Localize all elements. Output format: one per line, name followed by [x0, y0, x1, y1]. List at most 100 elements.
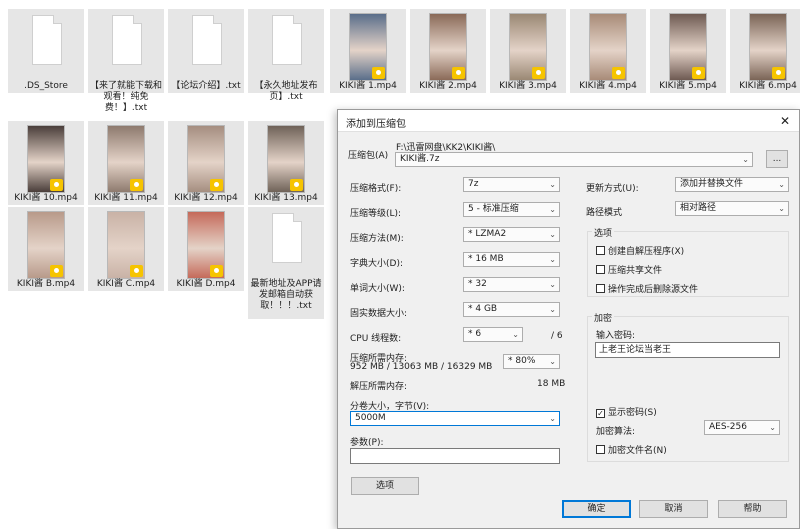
chevron-down-icon: ⌄: [549, 255, 556, 264]
split-select[interactable]: 5000M ⌄: [350, 411, 560, 426]
help-button[interactable]: 帮助: [718, 500, 787, 518]
show-password-label: 显示密码(S): [608, 408, 657, 418]
file-item-video[interactable]: KIKI酱 3.mp4: [490, 9, 566, 93]
file-item-video[interactable]: KIKI酱 B.mp4: [8, 207, 84, 291]
document-icon: [272, 213, 302, 263]
method-label: 压缩方法(M):: [350, 234, 404, 244]
options-button[interactable]: 选项: [351, 477, 419, 495]
dict-label: 字典大小(D):: [350, 259, 403, 269]
file-name: KIKI酱 13.mp4: [254, 193, 318, 203]
file-name: KIKI酱 6.mp4: [739, 81, 797, 91]
close-icon[interactable]: ✕: [771, 110, 799, 132]
archive-label: 压缩包(A): [348, 151, 389, 161]
chevron-down-icon: ⌄: [742, 155, 749, 164]
player-badge-icon: [210, 179, 223, 191]
file-item-video[interactable]: KIKI酱 1.mp4: [330, 9, 406, 93]
file-name: 最新地址及APP请发邮箱自动获取！！！.txt: [250, 279, 322, 311]
path-select[interactable]: 相对路径 ⌄: [675, 201, 789, 216]
file-name: 【论坛介绍】.txt: [171, 81, 241, 91]
cpu-value: * 6: [468, 329, 482, 339]
file-item-document[interactable]: 【论坛介绍】.txt: [168, 9, 244, 93]
params-input[interactable]: [350, 448, 560, 464]
video-thumbnail: [27, 211, 65, 279]
chevron-down-icon: ⌄: [549, 305, 556, 314]
document-icon: [272, 15, 302, 65]
mem-values: 952 MB / 13063 MB / 16329 MB: [350, 362, 493, 372]
file-item-video[interactable]: KIKI酱 4.mp4: [570, 9, 646, 93]
file-name: KIKI酱 10.mp4: [14, 193, 78, 203]
file-name: KIKI酱 5.mp4: [659, 81, 717, 91]
level-select[interactable]: 5 - 标准压缩 ⌄: [463, 202, 560, 217]
chevron-down-icon: ⌄: [549, 414, 556, 423]
solid-select[interactable]: * 4 GB ⌄: [463, 302, 560, 317]
chevron-down-icon: ⌄: [769, 423, 776, 432]
mem-pct-value: * 80%: [508, 356, 536, 366]
path-label: 路径模式: [586, 208, 623, 218]
dict-value: * 16 MB: [468, 254, 504, 264]
cancel-button[interactable]: 取消: [639, 500, 708, 518]
sfx-label: 创建自解压程序(X): [608, 247, 685, 257]
chevron-down-icon: ⌄: [778, 180, 785, 189]
level-label: 压缩等级(L):: [350, 209, 402, 219]
options-group-title: 选项: [592, 226, 615, 239]
split-value: 5000M: [355, 413, 386, 423]
shared-label: 压缩共享文件: [608, 266, 663, 276]
file-item-document[interactable]: .DS_Store: [8, 9, 84, 93]
delete-checkbox[interactable]: 操作完成后删除源文件: [596, 282, 698, 295]
file-name: KIKI酱 11.mp4: [94, 193, 158, 203]
video-thumbnail: [267, 125, 305, 193]
file-name: KIKI酱 4.mp4: [579, 81, 637, 91]
file-item-video[interactable]: KIKI酱 5.mp4: [650, 9, 726, 93]
mem-pct-select[interactable]: * 80% ⌄: [503, 354, 560, 369]
player-badge-icon: [50, 179, 63, 191]
video-thumbnail: [669, 13, 707, 81]
update-value: 添加并替换文件: [680, 179, 744, 189]
chevron-down-icon: ⌄: [778, 204, 785, 213]
file-item-document[interactable]: 最新地址及APP请发邮箱自动获取！！！.txt: [248, 207, 324, 319]
file-item-video[interactable]: KIKI酱 10.mp4: [8, 121, 84, 205]
file-item-video[interactable]: KIKI酱 11.mp4: [88, 121, 164, 205]
player-badge-icon: [50, 265, 63, 277]
file-name: KIKI酱 D.mp4: [176, 279, 236, 289]
file-item-video[interactable]: KIKI酱 6.mp4: [730, 9, 800, 93]
enc-method-value: AES-256: [709, 422, 747, 432]
cpu-select[interactable]: * 6 ⌄: [463, 327, 523, 342]
file-name: KIKI酱 2.mp4: [419, 81, 477, 91]
video-thumbnail: [749, 13, 787, 81]
method-select[interactable]: * LZMA2 ⌄: [463, 227, 560, 242]
word-select[interactable]: * 32 ⌄: [463, 277, 560, 292]
format-select[interactable]: 7z ⌄: [463, 177, 560, 192]
show-password-checkbox[interactable]: ✓ 显示密码(S): [596, 405, 657, 418]
file-name: KIKI酱 1.mp4: [339, 81, 397, 91]
player-badge-icon: [290, 179, 303, 191]
document-icon: [32, 15, 62, 65]
browse-button[interactable]: ...: [766, 150, 788, 168]
file-item-video[interactable]: KIKI酱 2.mp4: [410, 9, 486, 93]
sfx-checkbox[interactable]: 创建自解压程序(X): [596, 244, 684, 257]
file-name: 【永久地址发布页】.txt: [254, 81, 318, 102]
dict-select[interactable]: * 16 MB ⌄: [463, 252, 560, 267]
ok-button[interactable]: 确定: [562, 500, 631, 518]
archive-path-combo[interactable]: KIKI酱.7z ⌄: [395, 152, 753, 167]
enc-names-checkbox[interactable]: 加密文件名(N): [596, 443, 667, 456]
player-badge-icon: [130, 265, 143, 277]
cpu-total: / 6: [551, 331, 563, 341]
file-item-document[interactable]: 【永久地址发布页】.txt: [248, 9, 324, 102]
file-item-video[interactable]: KIKI酱 13.mp4: [248, 121, 324, 205]
solid-label: 固实数据大小:: [350, 309, 408, 319]
file-item-video[interactable]: KIKI酱 12.mp4: [168, 121, 244, 205]
player-badge-icon: [210, 265, 223, 277]
update-label: 更新方式(U):: [586, 184, 639, 194]
file-name: KIKI酱 3.mp4: [499, 81, 557, 91]
player-badge-icon: [532, 67, 545, 79]
file-item-video[interactable]: KIKI酱 C.mp4: [88, 207, 164, 291]
player-badge-icon: [452, 67, 465, 79]
password-input[interactable]: 上老王论坛当老王: [595, 342, 780, 358]
file-item-document[interactable]: 【来了就能下载和观看！纯免费！】.txt: [88, 9, 164, 113]
shared-checkbox[interactable]: 压缩共享文件: [596, 263, 662, 276]
add-to-archive-dialog: 添加到压缩包 ✕ 压缩包(A) F:\迅雷网盘\KK2\KIKI酱\ KIKI酱…: [337, 109, 800, 529]
file-item-video[interactable]: KIKI酱 D.mp4: [168, 207, 244, 291]
enc-method-select[interactable]: AES-256 ⌄: [704, 420, 780, 435]
update-select[interactable]: 添加并替换文件 ⌄: [675, 177, 789, 192]
document-icon: [192, 15, 222, 65]
